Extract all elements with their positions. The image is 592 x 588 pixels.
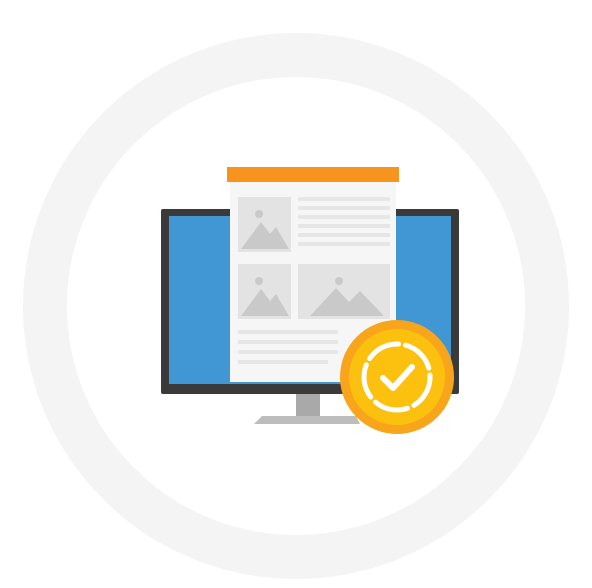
image-placeholder-icon — [238, 264, 291, 319]
illustration-stage — [0, 0, 592, 588]
page-header-bar — [227, 167, 399, 182]
image-placeholder-icon — [298, 264, 390, 319]
image-placeholder-icon — [238, 197, 291, 252]
monitor-base — [254, 416, 360, 424]
illustration-svg — [23, 33, 569, 579]
monitor-stand — [296, 394, 320, 416]
check-badge-icon — [340, 320, 454, 434]
